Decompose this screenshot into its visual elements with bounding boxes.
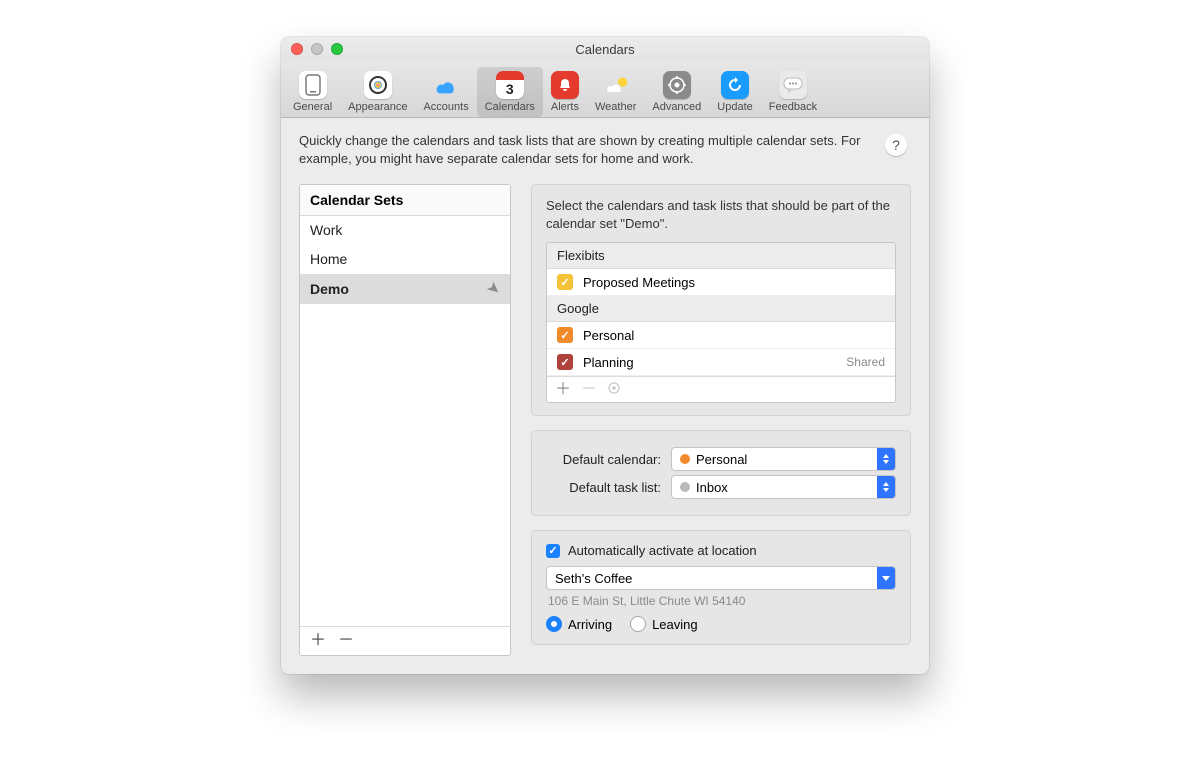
tab-update[interactable]: Update xyxy=(709,67,760,117)
set-item-work[interactable]: Work xyxy=(300,216,510,245)
tab-advanced[interactable]: Advanced xyxy=(644,67,709,117)
appearance-icon xyxy=(364,71,392,99)
add-calendar-button[interactable]: ＋ xyxy=(555,382,571,398)
tab-label: Weather xyxy=(595,101,636,113)
calendar-checkbox[interactable]: ✓ xyxy=(557,354,573,370)
tab-alerts[interactable]: Alerts xyxy=(543,67,587,117)
tab-general[interactable]: General xyxy=(285,67,340,117)
calendar-name: Proposed Meetings xyxy=(583,275,885,290)
accounts-icon xyxy=(432,71,460,99)
default-calendar-label: Default calendar: xyxy=(546,452,661,467)
auto-activate-label: Automatically activate at location xyxy=(568,543,757,558)
tab-label: Alerts xyxy=(551,101,579,113)
alerts-icon xyxy=(551,71,579,99)
tasklist-color-dot xyxy=(680,482,690,492)
set-item-label: Home xyxy=(310,251,347,267)
radio-arriving[interactable] xyxy=(546,616,562,632)
sets-footer: ＋ － xyxy=(300,626,510,655)
radio-arriving-label: Arriving xyxy=(568,617,612,632)
location-arrow-icon: ➤ xyxy=(484,279,504,300)
calendar-name: Personal xyxy=(583,328,885,343)
weather-icon xyxy=(602,71,630,99)
auto-activate-checkbox[interactable]: ✓ xyxy=(546,544,560,558)
calendar-list: Flexibits ✓ Proposed Meetings Google ✓ P… xyxy=(546,242,896,403)
calendars-panel-intro: Select the calendars and task lists that… xyxy=(546,197,896,232)
calendar-group-flexibits: Flexibits xyxy=(547,243,895,269)
calendar-row-personal[interactable]: ✓ Personal xyxy=(547,322,895,349)
calendar-sets-box: Calendar Sets Work Home Demo ➤ ＋ － xyxy=(299,184,511,656)
remove-calendar-button[interactable]: － xyxy=(581,382,597,398)
calendar-checkbox[interactable]: ✓ xyxy=(557,274,573,290)
help-button[interactable]: ? xyxy=(885,134,907,156)
default-tasklist-value: Inbox xyxy=(696,480,728,495)
tab-weather[interactable]: Weather xyxy=(587,67,644,117)
calendar-row-planning[interactable]: ✓ Planning Shared xyxy=(547,349,895,376)
add-set-button[interactable]: ＋ xyxy=(310,633,326,649)
calendar-list-footer: ＋ － xyxy=(547,376,895,402)
tab-calendars[interactable]: 3 Calendars xyxy=(477,67,543,117)
calendar-checkbox[interactable]: ✓ xyxy=(557,327,573,343)
tab-label: Accounts xyxy=(423,101,468,113)
preferences-toolbar: General Appearance Accounts 3 Calendars xyxy=(281,61,929,118)
feedback-icon xyxy=(779,71,807,99)
tab-label: Appearance xyxy=(348,101,407,113)
tab-accounts[interactable]: Accounts xyxy=(415,67,476,117)
location-field[interactable]: Seth's Coffee xyxy=(546,566,896,590)
set-item-home[interactable]: Home xyxy=(300,245,510,274)
set-item-label: Demo xyxy=(310,281,349,297)
calendar-color-dot xyxy=(680,454,690,464)
location-panel: ✓ Automatically activate at location Set… xyxy=(531,530,911,645)
tab-feedback[interactable]: Feedback xyxy=(761,67,825,117)
location-value: Seth's Coffee xyxy=(555,571,632,586)
tab-label: Update xyxy=(717,101,752,113)
calendars-panel: Select the calendars and task lists that… xyxy=(531,184,911,416)
window-title: Calendars xyxy=(281,42,929,57)
general-icon xyxy=(299,71,327,99)
titlebar: Calendars xyxy=(281,37,929,61)
default-tasklist-label: Default task list: xyxy=(546,480,661,495)
set-item-label: Work xyxy=(310,222,342,238)
select-stepper-icon xyxy=(877,448,895,470)
calendar-row-proposed-meetings[interactable]: ✓ Proposed Meetings xyxy=(547,269,895,296)
default-tasklist-select[interactable]: Inbox xyxy=(671,475,896,499)
dropdown-icon xyxy=(877,567,895,589)
calendar-group-google: Google xyxy=(547,296,895,322)
calendar-settings-icon[interactable] xyxy=(607,381,621,398)
calendar-sets-header: Calendar Sets xyxy=(300,185,510,216)
advanced-icon xyxy=(663,71,691,99)
calendars-icon: 3 xyxy=(496,71,524,99)
radio-leaving-label: Leaving xyxy=(652,617,698,632)
calendar-day-number: 3 xyxy=(506,81,514,97)
location-address: 106 E Main St, Little Chute WI 54140 xyxy=(546,594,896,608)
content-area: Quickly change the calendars and task li… xyxy=(281,118,929,674)
tab-label: General xyxy=(293,101,332,113)
intro-text: Quickly change the calendars and task li… xyxy=(299,132,911,168)
update-icon xyxy=(721,71,749,99)
calendar-name: Planning xyxy=(583,355,836,370)
radio-leaving[interactable] xyxy=(630,616,646,632)
select-stepper-icon xyxy=(877,476,895,498)
defaults-panel: Default calendar: Personal Default task … xyxy=(531,430,911,516)
tab-appearance[interactable]: Appearance xyxy=(340,67,415,117)
calendar-tag-shared: Shared xyxy=(846,355,885,369)
tab-label: Calendars xyxy=(485,101,535,113)
tab-label: Advanced xyxy=(652,101,701,113)
set-item-demo[interactable]: Demo ➤ xyxy=(300,274,510,304)
preferences-window: Calendars General Appearance Accounts 3 xyxy=(281,37,929,674)
tab-label: Feedback xyxy=(769,101,817,113)
default-calendar-value: Personal xyxy=(696,452,747,467)
default-calendar-select[interactable]: Personal xyxy=(671,447,896,471)
remove-set-button[interactable]: － xyxy=(338,633,354,649)
